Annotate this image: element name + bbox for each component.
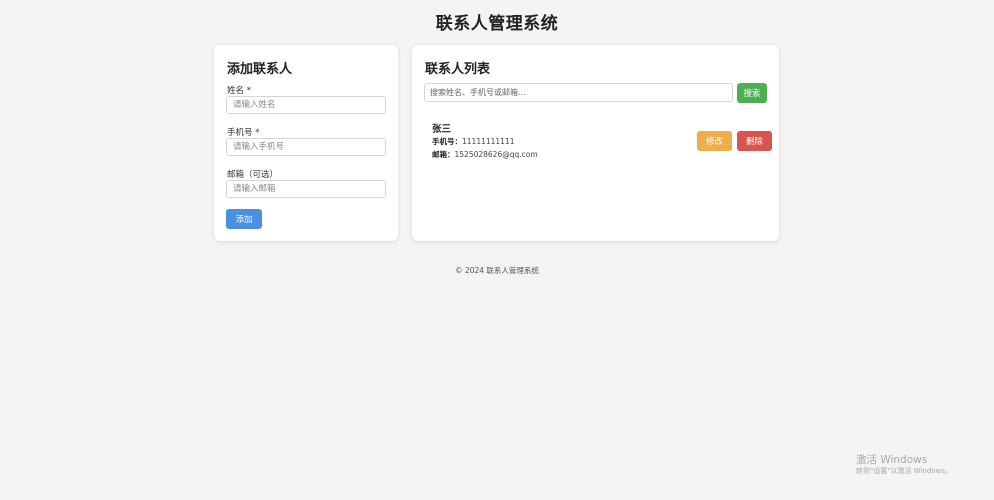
contact-email-line: 邮箱：1525028626@qq.com — [432, 149, 538, 160]
footer-copyright: © 2024 联系人管理系统 — [455, 266, 539, 275]
contact-email-label: 邮箱： — [432, 150, 455, 159]
add-button[interactable]: 添加 — [226, 209, 262, 229]
email-label: 邮箱（可选） — [227, 170, 279, 180]
contact-list-card: 联系人列表 搜索 张三 手机号：11111111111 邮箱：152502862… — [412, 45, 779, 241]
name-label: 姓名 * — [227, 86, 251, 96]
contact-name: 张三 — [432, 124, 452, 135]
contact-list-title: 联系人列表 — [425, 62, 491, 77]
watermark-subtitle: 转到"设置"以激活 Windows。 — [856, 467, 952, 475]
windows-activation-watermark: 激活 Windows 转到"设置"以激活 Windows。 — [856, 454, 952, 476]
contact-item: 张三 手机号：11111111111 邮箱：1525028626@qq.com … — [424, 113, 772, 165]
contact-phone-label: 手机号： — [432, 137, 462, 146]
email-input[interactable] — [226, 180, 386, 198]
page-title: 联系人管理系统 — [435, 14, 559, 34]
contact-phone: 11111111111 — [462, 137, 515, 146]
name-input[interactable] — [226, 96, 386, 114]
phone-input[interactable] — [226, 138, 386, 156]
add-contact-title: 添加联系人 — [227, 62, 293, 77]
watermark-title: 激活 Windows — [856, 454, 928, 466]
add-contact-card: 添加联系人 姓名 * 手机号 * 邮箱（可选） 添加 — [214, 45, 398, 241]
contact-email: 1525028626@qq.com — [454, 150, 538, 159]
search-input[interactable] — [424, 83, 733, 102]
delete-button[interactable]: 删除 — [737, 131, 772, 151]
phone-label: 手机号 * — [227, 128, 260, 138]
contact-phone-line: 手机号：11111111111 — [432, 136, 515, 147]
search-button[interactable]: 搜索 — [737, 83, 767, 103]
edit-button[interactable]: 修改 — [697, 131, 732, 151]
